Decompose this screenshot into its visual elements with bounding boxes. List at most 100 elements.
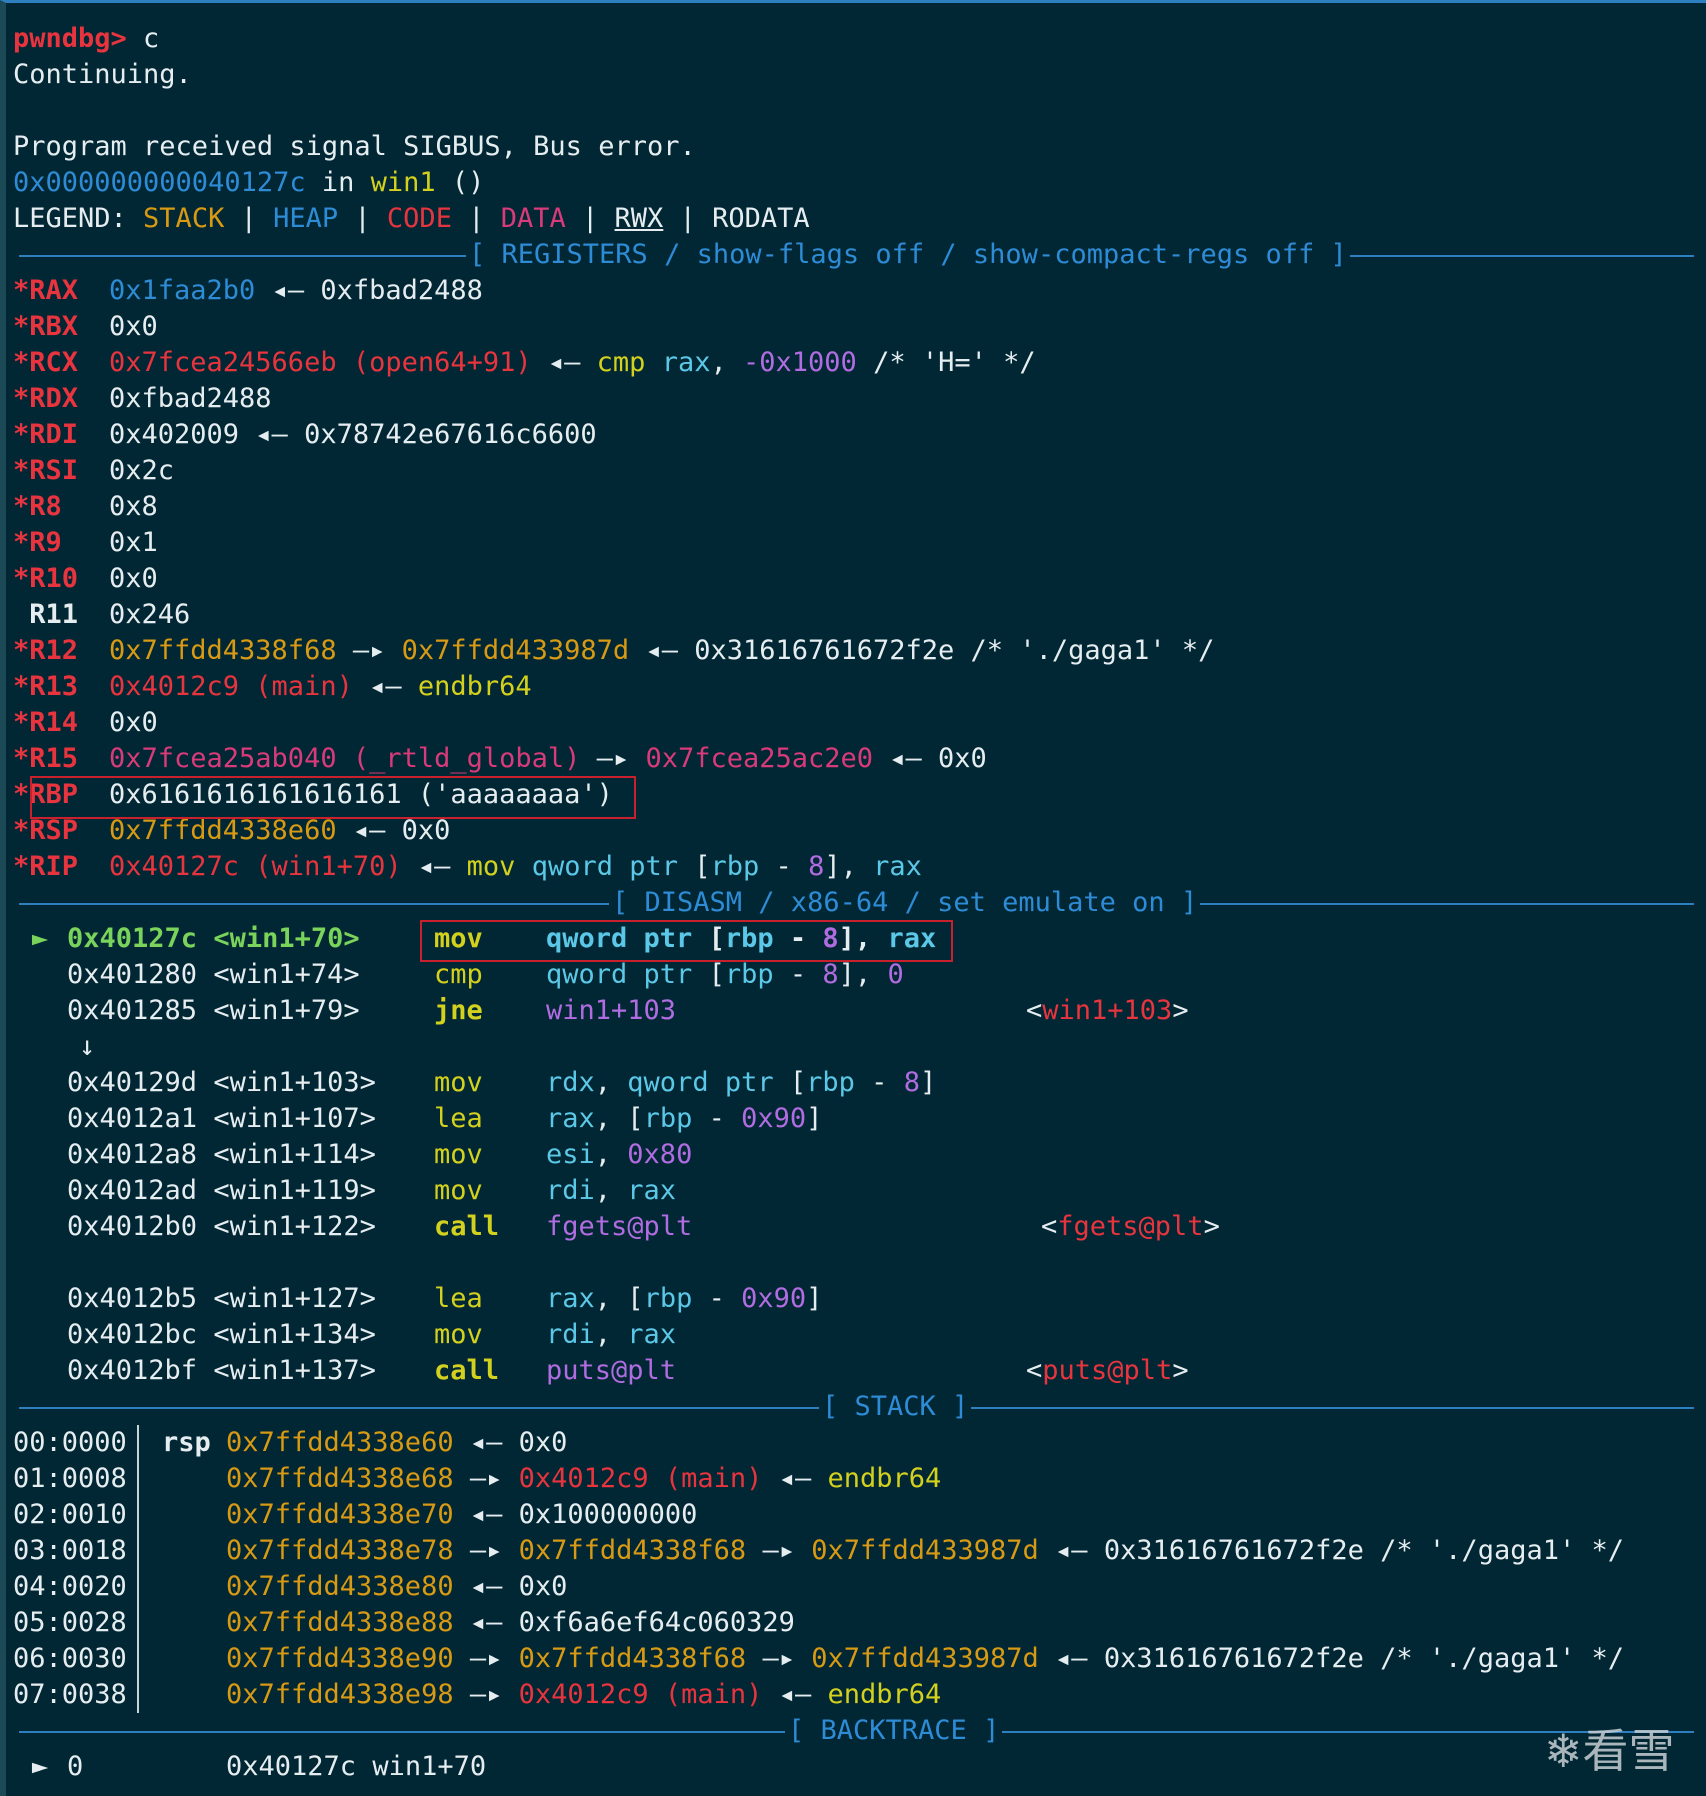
register-value: rbp bbox=[710, 851, 760, 882]
disasm-operand: 0x90 bbox=[741, 1283, 807, 1314]
disasm-mnemonic: lea bbox=[434, 1103, 483, 1134]
stack-offset: 04:0020 bbox=[13, 1571, 127, 1602]
jump-arrow-icon: ↓ bbox=[79, 1031, 96, 1062]
backtrace-row: ► 0 bbox=[13, 1749, 83, 1785]
disasm-operand: , [ bbox=[594, 1283, 644, 1314]
stack-value-part: endbr64 bbox=[827, 1463, 942, 1494]
disasm-operand: rax bbox=[546, 1283, 595, 1314]
register-value: ], bbox=[824, 851, 874, 882]
register-name: *RSI bbox=[13, 455, 79, 486]
register-value: 0x7fcea25ac2e0 bbox=[645, 743, 874, 774]
disasm-symbol: <win1+122> bbox=[213, 1211, 376, 1242]
disasm-row: 0x4012b5 <win1+127> bbox=[13, 1281, 453, 1317]
disasm-operand: 8 bbox=[822, 959, 839, 990]
register-row: *RBX 0x0 bbox=[13, 309, 158, 345]
disasm-operand: 0 bbox=[887, 959, 904, 990]
stack-value: 0x7ffdd4338e70 ◂— 0x100000000 bbox=[226, 1497, 697, 1533]
stack-value-part: ◂— 0xf6a6ef64c060329 bbox=[453, 1607, 795, 1638]
disasm-op-col: mov rdi, rax bbox=[434, 1173, 676, 1209]
register-name: *R12 bbox=[13, 635, 79, 666]
disasm-operand: rdi bbox=[546, 1319, 595, 1350]
register-row: R11 0x246 bbox=[13, 597, 190, 633]
backtrace-address: 0x40127c bbox=[226, 1751, 357, 1782]
disasm-operand: esi bbox=[546, 1139, 595, 1170]
disasm-address: 0x4012bc bbox=[67, 1319, 198, 1350]
register-value: , bbox=[710, 347, 744, 378]
disasm-address: 0x4012a8 bbox=[67, 1139, 198, 1170]
stack-value-part: —▸ bbox=[453, 1463, 519, 1494]
stack-value-part: 0x7ffdd4338e68 bbox=[226, 1463, 454, 1494]
disasm-operand: ], bbox=[838, 959, 888, 990]
location-in: in bbox=[305, 167, 371, 198]
terminal-window[interactable]: pwndbg> c Continuing. Program received s… bbox=[0, 0, 1706, 1796]
stack-index: 04:0020 bbox=[13, 1569, 127, 1605]
register-value: 0x0 bbox=[109, 311, 158, 342]
disasm-mnemonic: call bbox=[434, 1355, 500, 1386]
disasm-symbol: <win1+79> bbox=[213, 995, 360, 1026]
disasm-symbol: <win1+127> bbox=[213, 1283, 376, 1314]
register-value: 0x40127c (win1+70) bbox=[109, 851, 402, 882]
register-value: - bbox=[759, 851, 809, 882]
disasm-row: 0x4012b0 <win1+122> bbox=[13, 1209, 453, 1245]
disasm-address: 0x4012bf bbox=[67, 1355, 198, 1386]
watermark-logo: ❄看雪 bbox=[1544, 1724, 1675, 1778]
stack-header: [ STACK ] bbox=[819, 1389, 972, 1425]
stack-value-part: 0x7ffdd4338e98 bbox=[226, 1679, 454, 1710]
register-value: 0x402009 ◂— 0x78742e67616c6600 bbox=[109, 419, 597, 450]
current-instruction-box bbox=[420, 920, 953, 962]
stack-divider bbox=[137, 1425, 139, 1713]
prompt: pwndbg> bbox=[13, 23, 127, 54]
location-fn: win1 bbox=[370, 167, 436, 198]
disasm-operand: rbp bbox=[806, 1067, 855, 1098]
register-name: *R14 bbox=[13, 707, 79, 738]
continuing-text: Continuing. bbox=[13, 59, 192, 90]
disasm-operand: [ bbox=[692, 959, 725, 990]
register-value: /* 'H=' */ bbox=[856, 347, 1036, 378]
stack-value-part: —▸ bbox=[746, 1535, 812, 1566]
stack-value-part: ◂— bbox=[762, 1679, 828, 1710]
disasm-header: [ DISASM / x86-64 / set emulate on ] bbox=[609, 885, 1201, 921]
disasm-op-col: mov rdi, rax bbox=[434, 1317, 676, 1353]
stack-index: 01:0008 bbox=[13, 1461, 127, 1497]
legend-sep: | bbox=[663, 203, 713, 234]
registers-separator: [ REGISTERS / show-flags off / show-comp… bbox=[19, 237, 1694, 273]
call-target-name: puts@plt bbox=[1042, 1355, 1173, 1386]
legend-code: CODE bbox=[386, 203, 452, 234]
register-value: 0x7ffdd4338f68 bbox=[109, 635, 337, 666]
disasm-row: 0x4012a1 <win1+107> bbox=[13, 1101, 453, 1137]
disasm-op-col: call puts@plt bbox=[434, 1353, 676, 1389]
register-value: 0x0 bbox=[109, 707, 158, 738]
stack-value-part: —▸ bbox=[453, 1643, 519, 1674]
register-name: *R15 bbox=[13, 743, 79, 774]
register-value: -0x1000 bbox=[743, 347, 857, 378]
current-marker-icon: ► bbox=[31, 923, 49, 954]
disasm-operand: ] bbox=[919, 1067, 937, 1098]
register-value: 0x7fcea25ab040 (_rtld_global) bbox=[109, 743, 581, 774]
stack-offset: 07:0038 bbox=[13, 1679, 127, 1710]
call-target: <fgets@plt> bbox=[1041, 1211, 1220, 1242]
register-row: *R9 0x1 bbox=[13, 525, 158, 561]
register-name: *R10 bbox=[13, 563, 79, 594]
call-target: <win1+103> bbox=[1026, 995, 1189, 1026]
register-name: *RDI bbox=[13, 419, 79, 450]
stack-value-part: ◂— bbox=[762, 1463, 828, 1494]
disasm-address: 0x401285 bbox=[67, 995, 198, 1026]
stack-index: 00:0000 bbox=[13, 1425, 127, 1461]
registers-header: [ REGISTERS / show-flags off / show-comp… bbox=[466, 237, 1350, 273]
prompt-line: pwndbg> c bbox=[13, 21, 159, 57]
disasm-operand: 0x80 bbox=[627, 1139, 693, 1170]
register-value: 0x8 bbox=[109, 491, 158, 522]
disasm-operand: 8 bbox=[903, 1067, 920, 1098]
disasm-row: 0x401285 <win1+79> bbox=[13, 993, 453, 1029]
disasm-operand: - bbox=[773, 959, 823, 990]
register-value: —▸ bbox=[580, 743, 646, 774]
register-value: ◂— 0x0 bbox=[873, 743, 987, 774]
disasm-row: ► 0x40127c <win1+70> bbox=[13, 921, 453, 957]
stack-value-part: ◂— 0x31616761672f2e /* './gaga1' */ bbox=[1038, 1535, 1624, 1566]
register-value: 0x1 bbox=[109, 527, 158, 558]
disasm-mnemonic: call bbox=[434, 1211, 500, 1242]
register-name: *RBX bbox=[13, 311, 79, 342]
disasm-operand: qword ptr bbox=[627, 1067, 774, 1098]
stack-offset: 06:0030 bbox=[13, 1643, 127, 1674]
register-name: *RAX bbox=[13, 275, 79, 306]
